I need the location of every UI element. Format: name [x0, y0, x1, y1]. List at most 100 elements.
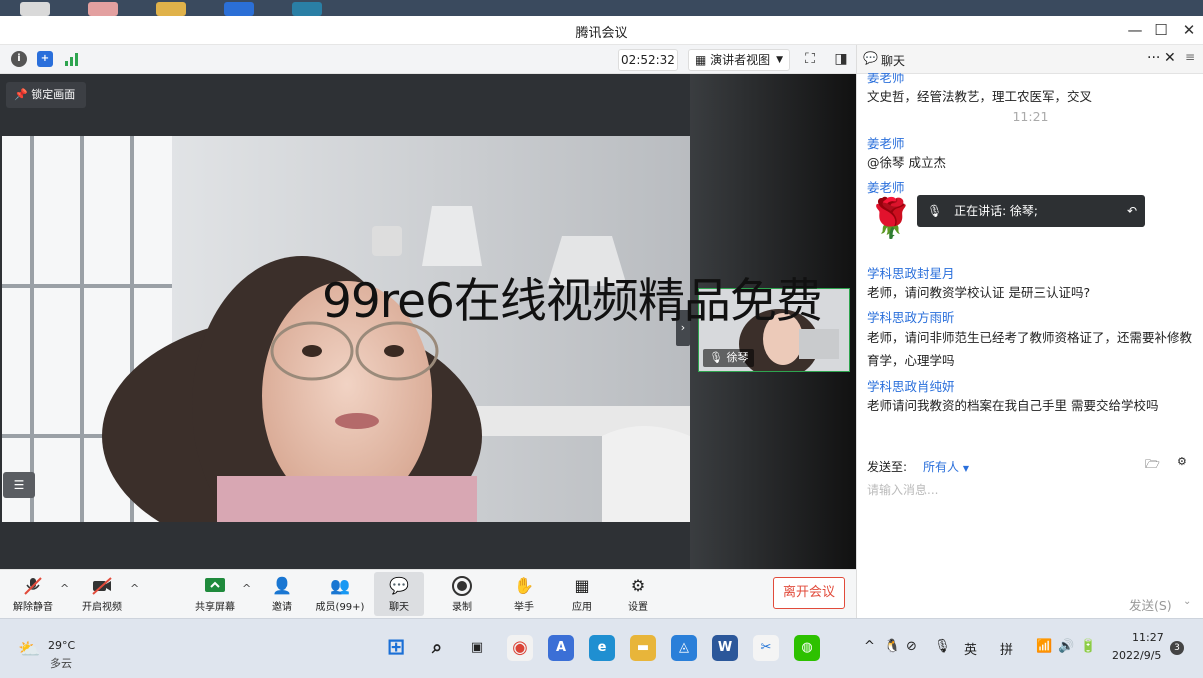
video-options-caret-icon[interactable]: ^: [130, 582, 139, 595]
word-icon[interactable]: W: [712, 635, 738, 661]
send-to-dropdown[interactable]: 所有人 ▼: [923, 458, 969, 475]
thumbnail-name-tag: 🎙 徐琴: [703, 349, 755, 367]
lock-view-button[interactable]: 📌 锁定画面: [6, 82, 86, 108]
chat-bubble-icon: 💬: [389, 576, 409, 595]
notification-badge[interactable]: 3: [1170, 641, 1184, 655]
lock-view-label: 锁定画面: [31, 88, 76, 101]
watermark-text: 99re6在线视频精品免费: [322, 274, 823, 329]
pin-icon: 📌: [14, 88, 28, 101]
chevron-down-icon: ▼: [776, 55, 783, 65]
unmute-button[interactable]: 解除静音: [7, 572, 59, 616]
task-view-icon[interactable]: ▣: [464, 635, 490, 661]
unmute-label: 解除静音: [13, 602, 53, 613]
chat-message-input[interactable]: [865, 479, 1199, 501]
chat-messages: 姜老师 文史哲，经管法教艺，理工农医军，交叉 11:21 姜老师 @徐琴 成立杰…: [857, 73, 1203, 445]
meeting-timer: 02:52:32: [618, 49, 678, 71]
members-label: 成员(99+): [315, 602, 365, 613]
chat-message-text: 老师请问我教资的档案在我自己手里 需要交给学校吗: [867, 398, 1159, 413]
battery-icon[interactable]: 🔋: [1080, 639, 1096, 654]
weather-temp: 29°C: [48, 639, 76, 652]
ime-mode[interactable]: 拼: [1000, 639, 1013, 658]
network-off-icon[interactable]: ⊘: [906, 639, 917, 654]
start-video-button[interactable]: 开启视频: [76, 572, 128, 616]
weather-icon[interactable]: ⛅: [18, 639, 40, 660]
record-icon: [451, 576, 473, 596]
participant-list-icon[interactable]: ☰: [3, 472, 35, 498]
raise-hand-button[interactable]: ✋ 举手: [498, 572, 550, 616]
wechat-icon[interactable]: ◍: [794, 635, 820, 661]
minimize-button[interactable]: —: [1122, 19, 1148, 41]
info-icon[interactable]: i: [11, 51, 27, 67]
close-button[interactable]: ✕: [1176, 19, 1202, 41]
members-button[interactable]: 👥 成员(99+): [314, 572, 366, 616]
share-screen-label: 共享屏幕: [195, 602, 235, 613]
menu-icon[interactable]: ≡: [1185, 50, 1195, 64]
qq-icon[interactable]: 🐧: [884, 639, 900, 654]
leave-meeting-button[interactable]: 离开会议: [773, 577, 845, 609]
chat-header-icon: 💬: [863, 51, 878, 65]
mic-muted-icon: [22, 576, 44, 596]
chat-settings-icon[interactable]: ⚙: [1177, 455, 1187, 468]
view-mode-dropdown[interactable]: ▦ 演讲者视图 ▼: [688, 49, 790, 71]
file-icon[interactable]: 🗁: [1145, 455, 1160, 476]
invite-button[interactable]: 👤 邀请: [256, 572, 308, 616]
share-screen-button[interactable]: 共享屏幕: [189, 572, 241, 616]
add-person-icon: 👤: [272, 576, 292, 595]
more-options-icon[interactable]: ···: [1147, 50, 1160, 66]
hand-icon: ✋: [514, 576, 534, 595]
signal-icon[interactable]: [63, 51, 79, 67]
desktop-icon[interactable]: [156, 2, 186, 16]
edge-icon[interactable]: e: [589, 635, 615, 661]
desktop-icon[interactable]: [224, 2, 254, 16]
fullscreen-icon[interactable]: ⛶: [800, 49, 820, 69]
mic-icon: 🎙: [709, 351, 723, 364]
chat-message-text: 老师，请问非师范生已经考了教师资格证了，还需要补修教育学，心理学吗: [867, 330, 1193, 368]
shield-icon[interactable]: +: [37, 51, 53, 67]
microphone-icon[interactable]: 🎙: [934, 639, 951, 654]
tray-expand-icon[interactable]: ^: [864, 639, 875, 654]
chat-message-text: @徐琴 成立杰: [867, 155, 946, 170]
clock-date[interactable]: 2022/9/5: [1112, 649, 1161, 662]
desktop-icon[interactable]: [292, 2, 322, 16]
speaker-avatar-icon: 🎙: [927, 204, 943, 218]
chevron-down-icon: ▼: [962, 464, 969, 473]
share-options-caret-icon[interactable]: ^: [242, 582, 251, 595]
send-button[interactable]: 发送(S): [1129, 595, 1172, 614]
speaking-label: 正在讲话: 徐琴;: [954, 204, 1038, 218]
record-button[interactable]: 录制: [436, 572, 488, 616]
desktop-icon[interactable]: [88, 2, 118, 16]
wifi-icon[interactable]: 📶: [1036, 639, 1052, 654]
window-title: 腾讯会议: [575, 26, 628, 41]
chrome-icon[interactable]: ◉: [507, 635, 533, 661]
chat-button[interactable]: 💬 聊天: [374, 572, 424, 616]
audio-options-caret-icon[interactable]: ^: [60, 582, 69, 595]
settings-button[interactable]: ⚙ 设置: [612, 572, 664, 616]
reply-icon[interactable]: ↶: [1127, 195, 1137, 227]
snipping-tool-icon[interactable]: ✂: [753, 635, 779, 661]
chat-message-text: 文史哲，经管法教艺，理工农医军，交叉: [867, 89, 1093, 104]
app-icon[interactable]: A: [548, 635, 574, 661]
maximize-button[interactable]: ☐: [1148, 19, 1174, 41]
send-to-value: 所有人: [923, 460, 960, 474]
start-video-label: 开启视频: [82, 602, 122, 613]
file-explorer-icon[interactable]: ▬: [630, 635, 656, 661]
start-menu-icon[interactable]: ⊞: [383, 635, 409, 661]
clock-time[interactable]: 11:27: [1132, 631, 1164, 644]
record-label: 录制: [452, 602, 472, 613]
tencent-meeting-icon[interactable]: ◬: [671, 635, 697, 661]
invite-label: 邀请: [272, 602, 292, 613]
search-icon[interactable]: ⌕: [424, 635, 450, 661]
sidebar-toggle-icon[interactable]: ◨: [831, 49, 851, 69]
apps-label: 应用: [572, 602, 592, 613]
volume-icon[interactable]: 🔊: [1058, 639, 1074, 654]
desktop-icon[interactable]: [20, 2, 50, 16]
chat-label: 聊天: [389, 602, 409, 613]
gear-icon: ⚙: [630, 576, 646, 595]
apps-button[interactable]: ▦ 应用: [556, 572, 608, 616]
chat-sender: 学科思政肖纯妍: [867, 379, 955, 394]
close-chat-icon[interactable]: ✕: [1164, 50, 1176, 66]
chat-sender: 姜老师: [867, 180, 905, 195]
ime-language[interactable]: 英: [964, 639, 977, 658]
send-options-chevron-icon[interactable]: ⌄: [1183, 596, 1191, 607]
taskbar: ⛅ 29°C 多云 ⊞ ⌕ ▣ ◉ A e ▬ ◬ W ✂ ◍ ^ 🐧 ⊘ 🎙 …: [0, 618, 1203, 678]
